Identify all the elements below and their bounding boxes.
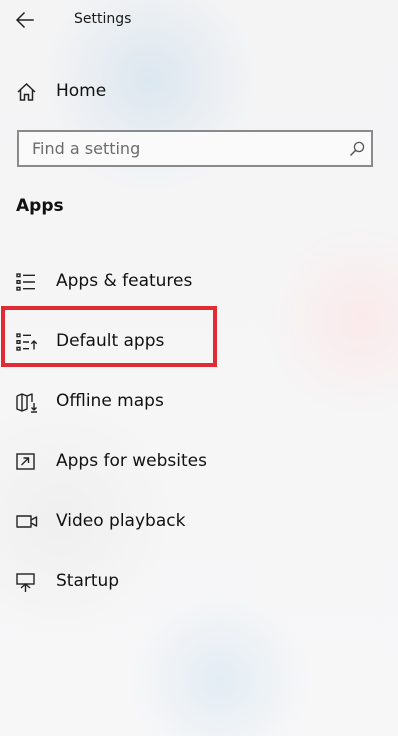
search-input[interactable]: [19, 132, 339, 165]
nav-item-offline-maps[interactable]: Offline maps: [0, 377, 398, 427]
nav-item-default-apps[interactable]: Default apps: [0, 317, 398, 367]
nav-item-label: Default apps: [56, 331, 165, 351]
back-button[interactable]: [10, 6, 40, 34]
nav-item-startup[interactable]: Startup: [0, 557, 398, 607]
nav-item-apps-for-websites[interactable]: Apps for websites: [0, 437, 398, 487]
apps-features-icon: [16, 273, 36, 291]
section-heading-apps: Apps: [16, 196, 64, 216]
startup-icon: [16, 573, 36, 593]
window-title: Settings: [74, 11, 132, 27]
back-arrow-icon: [15, 11, 34, 29]
apps-for-websites-icon: [16, 453, 36, 471]
search-icon[interactable]: [349, 141, 365, 157]
nav-item-label: Offline maps: [56, 391, 164, 411]
nav-item-home-label: Home: [56, 81, 107, 101]
nav-item-label: Video playback: [56, 511, 186, 531]
nav-item-label: Apps for websites: [56, 451, 207, 471]
nav-item-label: Apps & features: [56, 271, 193, 291]
home-icon: [16, 82, 37, 102]
video-playback-icon: [16, 513, 38, 531]
nav-item-home[interactable]: Home: [0, 72, 398, 112]
search-box[interactable]: [17, 130, 373, 167]
nav-item-label: Startup: [56, 571, 120, 591]
default-apps-icon: [16, 333, 38, 351]
offline-maps-icon: [16, 393, 38, 413]
nav-item-video-playback[interactable]: Video playback: [0, 497, 398, 547]
nav-item-apps-features[interactable]: Apps & features: [0, 257, 398, 307]
